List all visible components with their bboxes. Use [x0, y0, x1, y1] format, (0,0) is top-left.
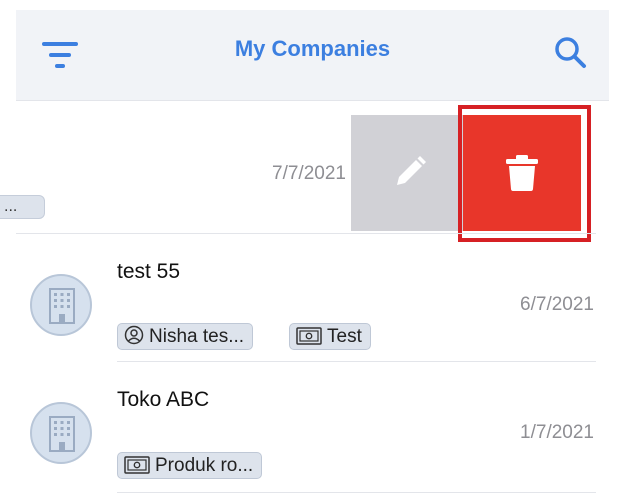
company-row[interactable]: test 55 6/7/2021 Nisha tes... Test: [0, 240, 620, 360]
company-row[interactable]: Toko ABC 1/7/2021 Produk ro...: [0, 370, 620, 490]
chip-label: Test: [327, 326, 362, 347]
building-avatar: [30, 402, 92, 464]
building-avatar: [30, 274, 92, 336]
company-date: 1/7/2021: [520, 422, 594, 443]
chip-label: Nisha tes...: [149, 326, 245, 347]
edit-button[interactable]: [351, 115, 466, 231]
contact-chip[interactable]: Nisha tes...: [117, 323, 254, 350]
chip-label: Produk ro...: [155, 455, 254, 476]
divider: [117, 492, 596, 493]
divider: [16, 100, 609, 101]
divider: [16, 233, 596, 234]
search-icon[interactable]: [554, 36, 588, 70]
person-circle-icon: [124, 325, 144, 345]
company-name: test 55: [117, 260, 181, 283]
company-date: 6/7/2021: [520, 294, 594, 315]
deal-chip[interactable]: Test: [289, 323, 371, 350]
delete-highlight-box: [458, 105, 591, 242]
building-icon: [49, 416, 75, 452]
divider: [117, 361, 596, 362]
company-date: 7/7/2021: [272, 163, 346, 184]
building-icon: [49, 288, 75, 324]
pencil-icon: [397, 156, 426, 185]
navigation-header: My Companies: [16, 10, 609, 100]
page-title: My Companies: [234, 36, 391, 61]
company-name: Toko ABC: [117, 388, 210, 411]
tag-chip: ...: [0, 195, 45, 219]
deal-chip[interactable]: Produk ro...: [117, 452, 263, 479]
money-icon: [124, 456, 150, 474]
money-icon: [296, 327, 322, 345]
